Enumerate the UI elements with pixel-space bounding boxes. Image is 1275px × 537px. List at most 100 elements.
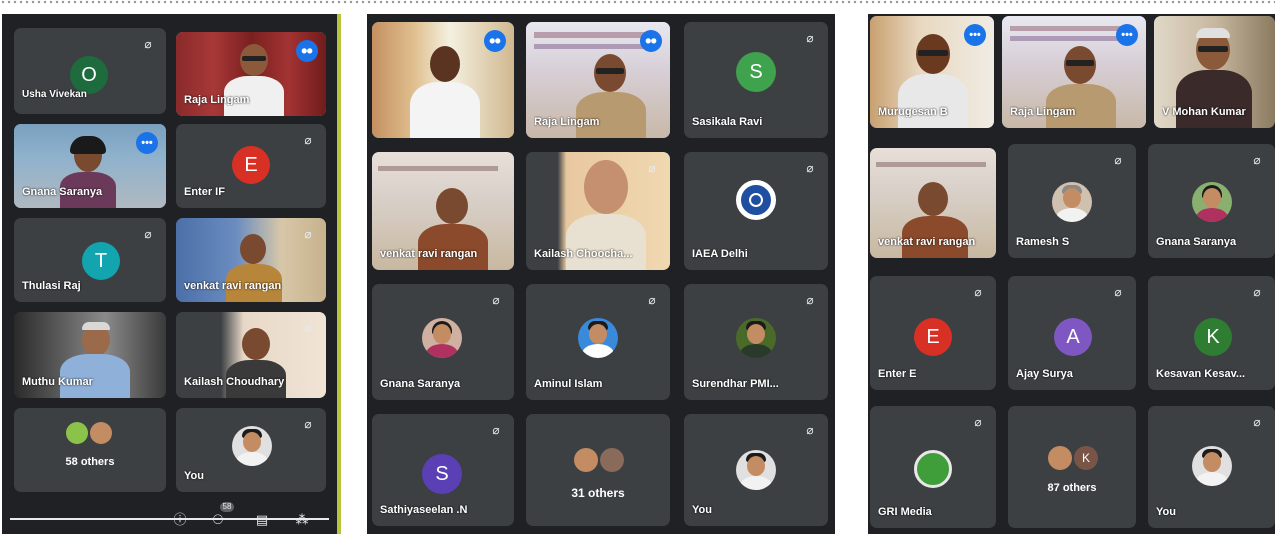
participant-tile[interactable]: Muthu Kumar xyxy=(14,312,166,398)
participant-tile[interactable]: ⌀ You xyxy=(684,414,828,526)
participant-name: Kailash Choocha... xyxy=(534,248,633,260)
iaea-logo xyxy=(736,180,776,220)
participant-name: Raja Lingam xyxy=(184,94,250,106)
participant-tile[interactable]: ⌀ You xyxy=(1148,406,1275,528)
others-count: 58 others xyxy=(65,456,115,468)
participant-tile[interactable]: ⌀ Gnana Saranya xyxy=(1148,144,1275,258)
participant-tile[interactable]: ⌀ Aminul Islam xyxy=(526,284,670,400)
speaking-indicator-icon: ••• xyxy=(964,24,986,46)
meeting-grid-panel-1: O ⌀ Usha Vivekan ⦁⦁ Raja Lingam ••• Gnan… xyxy=(2,14,341,534)
participant-name: You xyxy=(1156,506,1176,518)
meeting-grid-panel-2: ⦁⦁ ⦁⦁ Raja Lingam S ⌀ Sasikala Ravi venk… xyxy=(367,14,835,534)
participant-tile[interactable]: K 87 others xyxy=(1008,406,1136,528)
participant-avatar: E xyxy=(914,318,952,356)
participant-avatar xyxy=(422,318,462,358)
participant-tile[interactable]: V Mohan Kumar xyxy=(1154,16,1275,128)
participant-count-badge: 58 xyxy=(220,502,234,512)
other-avatar xyxy=(66,422,88,444)
participant-name: Gnana Saranya xyxy=(1156,236,1237,248)
participant-tile[interactable]: ⌀ Surendhar PMI... xyxy=(684,284,828,400)
participant-tile[interactable]: venkat ravi rangan xyxy=(372,152,514,270)
participant-tile[interactable]: T ⌀ Thulasi Raj xyxy=(14,218,166,302)
chat-icon[interactable]: ▤ xyxy=(252,510,272,530)
participant-tile[interactable]: E ⌀ Enter E xyxy=(870,276,996,390)
participant-tile[interactable]: ⦁⦁ xyxy=(372,22,514,138)
speaking-indicator-icon: ⦁⦁ xyxy=(484,30,506,52)
other-avatar: K xyxy=(1074,446,1098,470)
mic-off-icon: ⌀ xyxy=(304,227,312,241)
mic-off-icon: ⌀ xyxy=(1114,153,1122,167)
dotted-divider xyxy=(0,0,1275,4)
mic-off-icon: ⌀ xyxy=(1253,153,1261,167)
participant-name: Sathiyaseelan .N xyxy=(380,504,468,516)
participant-tile[interactable]: ⌀ Gnana Saranya xyxy=(372,284,514,400)
participant-name: Aminul Islam xyxy=(534,378,603,390)
mic-off-icon: ⌀ xyxy=(806,423,814,437)
participant-name: Kailash Choudhary xyxy=(184,376,285,388)
participant-tile[interactable]: S ⌀ Sathiyaseelan .N xyxy=(372,414,514,526)
participant-name: Kesavan Kesav... xyxy=(1156,368,1246,380)
participant-tile[interactable]: O ⌀ Usha Vivekan xyxy=(14,28,166,114)
participant-tile[interactable]: ⌀ IAEA Delhi xyxy=(684,152,828,270)
other-avatar xyxy=(90,422,112,444)
participant-tile[interactable]: ⦁⦁ Raja Lingam xyxy=(526,22,670,138)
mic-off-icon: ⌀ xyxy=(304,321,312,335)
speaking-indicator-icon: ••• xyxy=(136,132,158,154)
participant-name: venkat ravi rangan xyxy=(184,280,282,292)
mic-off-icon: ⌀ xyxy=(492,423,500,437)
participant-tile[interactable]: ••• Raja Lingam xyxy=(1002,16,1146,128)
other-avatar xyxy=(600,448,624,472)
mic-off-icon: ⌀ xyxy=(806,293,814,307)
participant-name: Raja Lingam xyxy=(534,116,600,128)
mic-off-icon: ⌀ xyxy=(1114,285,1122,299)
participant-tile[interactable]: ••• Murugesan B xyxy=(870,16,994,128)
mic-off-icon: ⌀ xyxy=(144,37,152,51)
mic-off-icon: ⌀ xyxy=(304,133,312,147)
self-avatar xyxy=(1192,446,1232,486)
self-avatar xyxy=(232,426,272,466)
participant-name: Thulasi Raj xyxy=(22,280,81,292)
participant-name: venkat ravi rangan xyxy=(380,248,478,260)
people-icon[interactable]: ⚇ xyxy=(208,510,228,530)
participant-name: venkat ravi rangan xyxy=(878,236,976,248)
mic-off-icon: ⌀ xyxy=(144,227,152,241)
participant-tile[interactable]: ⌀ GRI Media xyxy=(870,406,996,528)
participant-tile[interactable]: ••• Gnana Saranya xyxy=(14,124,166,208)
mic-off-icon: ⌀ xyxy=(648,161,656,175)
mic-off-icon: ⌀ xyxy=(1253,285,1261,299)
others-count: 31 others xyxy=(571,486,625,500)
participant-name: You xyxy=(184,470,204,482)
participant-tile[interactable]: ⦁⦁ Raja Lingam xyxy=(176,32,326,116)
participant-name: Enter E xyxy=(878,368,917,380)
participant-tile[interactable]: 58 others xyxy=(14,408,166,492)
participant-name: V Mohan Kumar xyxy=(1162,106,1246,118)
others-count: 87 others xyxy=(1047,482,1097,494)
participant-avatar: T xyxy=(82,242,120,280)
participant-tile[interactable]: E ⌀ Enter IF xyxy=(176,124,326,208)
participant-tile[interactable]: A ⌀ Ajay Surya xyxy=(1008,276,1136,390)
mic-off-icon: ⌀ xyxy=(492,293,500,307)
participant-name: You xyxy=(692,504,712,516)
participant-name: Murugesan B xyxy=(878,106,948,118)
other-avatar xyxy=(1048,446,1072,470)
speaking-indicator-icon: ⦁⦁ xyxy=(640,30,662,52)
participant-name: Ajay Surya xyxy=(1016,368,1073,380)
participant-avatar xyxy=(736,318,776,358)
info-icon[interactable]: ⓘ xyxy=(170,510,190,530)
participant-tile[interactable]: venkat ravi rangan xyxy=(870,148,996,258)
participant-tile[interactable]: ⌀ venkat ravi rangan xyxy=(176,218,326,302)
participant-tile[interactable]: 31 others xyxy=(526,414,670,526)
participant-tile[interactable]: S ⌀ Sasikala Ravi xyxy=(684,22,828,138)
participant-tile[interactable]: ⌀ Ramesh S xyxy=(1008,144,1136,258)
mic-off-icon: ⌀ xyxy=(806,161,814,175)
participant-avatar: K xyxy=(1194,318,1232,356)
participant-tile[interactable]: ⌀ Kailash Choocha... xyxy=(526,152,670,270)
meeting-grid-panel-3: ••• Murugesan B ••• Raja Lingam V Mohan … xyxy=(868,14,1275,534)
participant-tile[interactable]: ⌀ You xyxy=(176,408,326,492)
participant-name: Sasikala Ravi xyxy=(692,116,763,128)
participant-tile[interactable]: K ⌀ Kesavan Kesav... xyxy=(1148,276,1275,390)
activities-icon[interactable]: ⁂ xyxy=(292,510,312,530)
participant-name: Muthu Kumar xyxy=(22,376,93,388)
participant-tile[interactable]: ⌀ Kailash Choudhary xyxy=(176,312,326,398)
gri-media-logo xyxy=(914,450,952,488)
